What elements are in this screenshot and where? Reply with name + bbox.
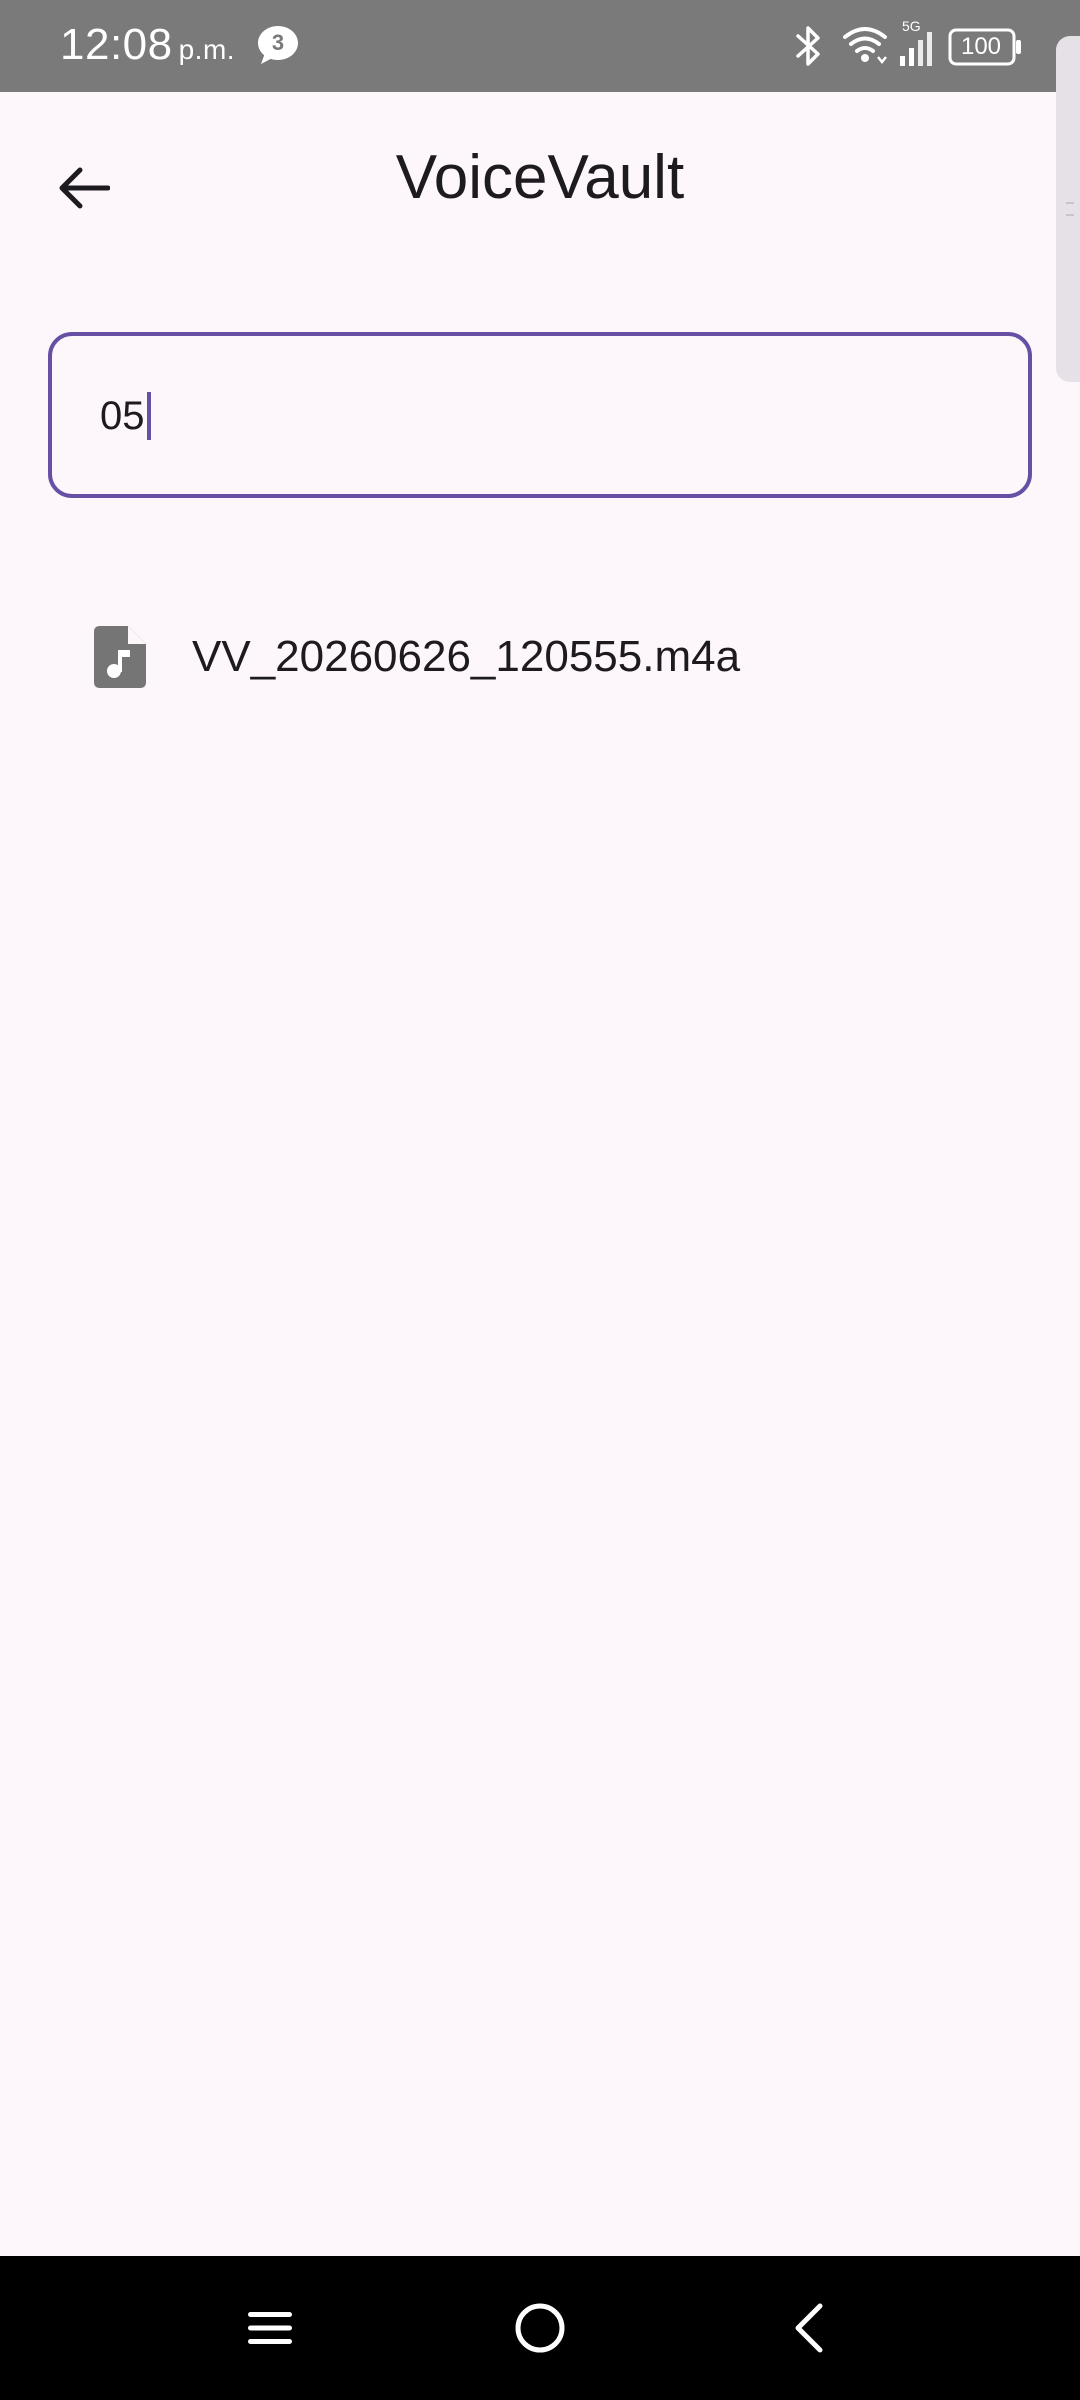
status-time: 12:08 p.m. <box>60 20 235 70</box>
signal-icon <box>900 32 932 66</box>
status-bar: 12:08 p.m. 3 5G 100 <box>0 0 1080 92</box>
bluetooth-icon <box>796 26 820 66</box>
status-time-ampm: p.m. <box>178 34 236 65</box>
home-icon <box>515 2303 565 2353</box>
navigation-bar <box>0 2256 1080 2400</box>
battery-level: 100 <box>960 33 1002 60</box>
search-input[interactable]: 05 <box>48 332 1032 498</box>
recent-apps-button[interactable] <box>230 2288 310 2368</box>
audio-file-icon <box>94 626 146 688</box>
wifi-icon <box>843 27 887 65</box>
menu-icon <box>248 2312 292 2344</box>
system-back-button[interactable] <box>770 2288 850 2368</box>
text-caret <box>146 392 151 440</box>
search-input-text: 05 <box>100 394 145 438</box>
page-title: VoiceVault <box>395 143 685 212</box>
file-name: VV_20260626_120555.m4a <box>192 632 741 681</box>
notification-count: 3 <box>271 30 285 55</box>
list-item[interactable]: VV_20260626_120555.m4a <box>0 596 1080 716</box>
home-button[interactable] <box>500 2288 580 2368</box>
status-time-value: 12:08 <box>60 20 173 69</box>
search-input-value: 05 <box>100 386 151 446</box>
back-chevron-icon <box>795 2303 823 2353</box>
